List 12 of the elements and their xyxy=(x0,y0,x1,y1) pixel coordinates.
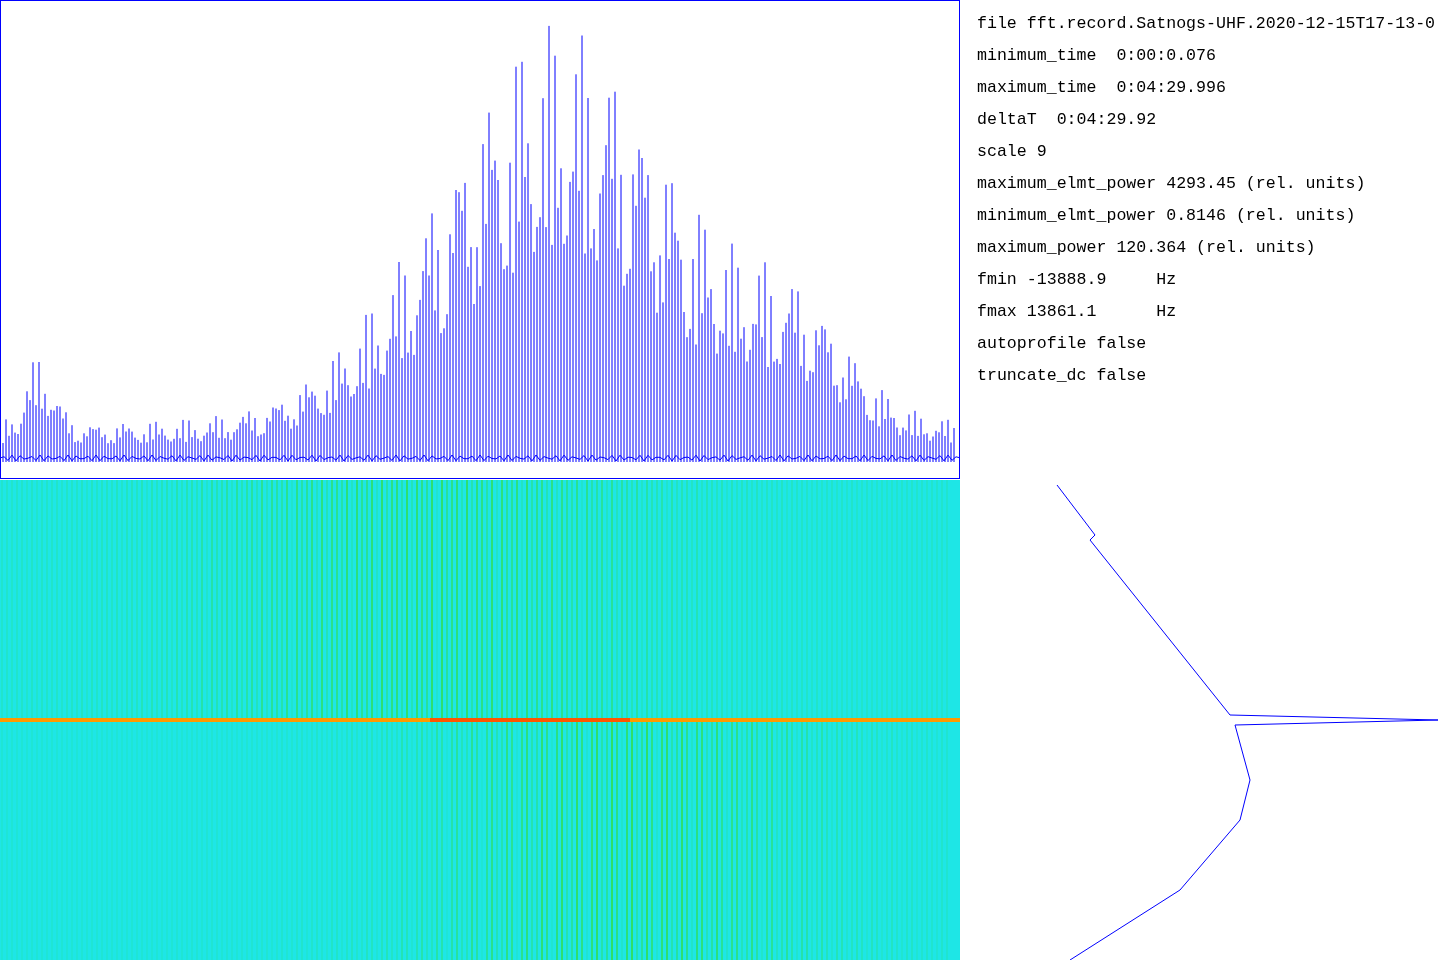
parameter-line: maximum_power 120.364 (rel. units) xyxy=(977,237,1316,259)
parameter-line: scale 9 xyxy=(977,141,1047,163)
parameter-line: deltaT 0:04:29.92 xyxy=(977,109,1157,131)
parameter-line: maximum_time 0:04:29.996 xyxy=(977,77,1226,99)
parameter-line: maximum_elmt_power 4293.45 (rel. units) xyxy=(977,173,1366,195)
parameter-line: file fft.record.Satnogs-UHF.2020-12-15T17-13-0 xyxy=(977,13,1436,35)
parameter-line: autoprofile false xyxy=(977,333,1147,355)
parameter-line: fmax 13861.1 Hz xyxy=(977,301,1177,323)
parameter-line: minimum_time 0:00:0.076 xyxy=(977,45,1216,67)
parameter-line: minimum_elmt_power 0.8146 (rel. units) xyxy=(977,205,1356,227)
parameter-line: truncate_dc false xyxy=(977,365,1147,387)
parameter-line: fmin -13888.9 Hz xyxy=(977,269,1177,291)
